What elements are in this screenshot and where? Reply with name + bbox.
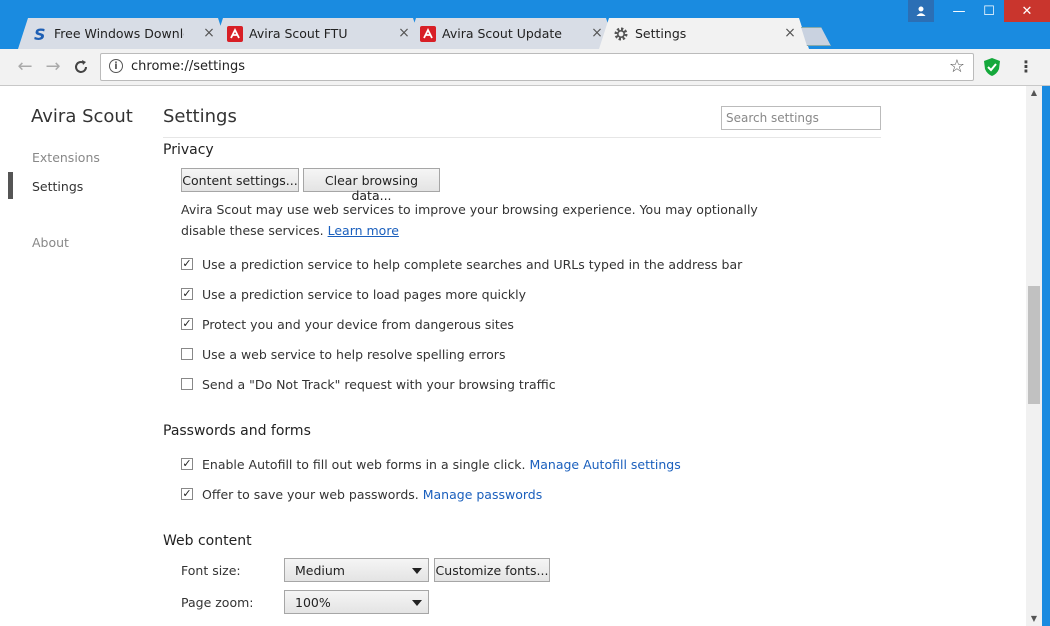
browser-toolbar: ← → i chrome://settings ☆ ⋮ <box>0 49 1050 86</box>
sidebar-item-extensions[interactable]: Extensions <box>32 150 100 165</box>
divider <box>163 137 881 138</box>
tab-label: Settings <box>635 26 687 41</box>
manage-passwords-link[interactable]: Manage passwords <box>423 487 542 502</box>
address-bar-url: chrome://settings <box>131 59 246 74</box>
passwords-forms-heading: Passwords and forms <box>163 423 311 439</box>
checkbox-label: Enable Autofill to fill out web forms in… <box>202 457 681 472</box>
back-arrow-icon[interactable]: ← <box>14 56 36 78</box>
font-size-value: Medium <box>295 563 345 578</box>
checkbox-label: Offer to save your web passwords. Manage… <box>202 487 542 502</box>
learn-more-link[interactable]: Learn more <box>328 223 399 238</box>
checkbox-label: Send a "Do Not Track" request with your … <box>202 377 556 392</box>
checkbox-label: Use a web service to help resolve spelli… <box>202 347 506 362</box>
forward-arrow-icon[interactable]: → <box>42 56 64 78</box>
window-border <box>1042 86 1050 626</box>
settings-main: Settings Search settings Privacy Content… <box>163 86 883 626</box>
checkbox[interactable] <box>181 378 193 390</box>
user-profile-icon[interactable] <box>908 0 934 22</box>
tab-label: Free Windows Downloads <box>54 26 184 41</box>
clear-browsing-data-button[interactable]: Clear browsing data... <box>303 168 440 203</box>
info-icon[interactable]: i <box>109 59 123 73</box>
close-window-button[interactable]: ✕ <box>1004 0 1050 22</box>
address-bar[interactable]: i chrome://settings ☆ <box>100 53 974 81</box>
bookmark-star-icon[interactable]: ☆ <box>949 56 965 77</box>
font-size-label: Font size: <box>181 563 241 578</box>
vertical-scrollbar[interactable]: ▲ ▼ <box>1026 86 1042 626</box>
gear-icon <box>613 26 629 42</box>
checkbox[interactable]: ✓ <box>181 288 193 300</box>
manage-autofill-link[interactable]: Manage Autofill settings <box>529 457 680 472</box>
tab-label: Avira Scout FTU <box>249 26 348 41</box>
tab-label: Avira Scout Update <box>442 26 562 41</box>
checkbox-label: Use a prediction service to help complet… <box>202 257 743 272</box>
checkbox-label: Protect you and your device from dangero… <box>202 317 514 332</box>
close-tab-icon[interactable]: × <box>783 25 797 41</box>
menu-kebab-icon[interactable]: ⋮ <box>1018 57 1034 77</box>
settings-page: Avira Scout Extensions Settings About Se… <box>0 86 1026 626</box>
tab-avira-scout-update[interactable]: Avira Scout Update × <box>406 18 616 49</box>
minimize-button[interactable]: — <box>944 0 974 22</box>
sidebar: Avira Scout Extensions Settings About <box>0 86 150 626</box>
sidebar-active-indicator <box>8 172 13 199</box>
avira-icon <box>227 26 243 42</box>
svg-text:S: S <box>34 26 46 42</box>
reload-icon[interactable] <box>70 56 92 78</box>
checkbox[interactable]: ✓ <box>181 488 193 500</box>
softpedia-s-icon: S <box>32 26 48 42</box>
dropdown-caret-icon <box>412 600 422 606</box>
page-title: Settings <box>163 106 237 127</box>
customize-fonts-button[interactable]: Customize fonts... <box>434 558 550 582</box>
sidebar-item-settings[interactable]: Settings <box>32 179 83 194</box>
privacy-heading: Privacy <box>163 142 214 158</box>
brand-title: Avira Scout <box>31 106 133 127</box>
web-content-heading: Web content <box>163 533 252 549</box>
scroll-up-arrow-icon[interactable]: ▲ <box>1026 86 1042 100</box>
window-controls: — ☐ ✕ <box>908 0 1050 22</box>
checkbox[interactable]: ✓ <box>181 318 193 330</box>
page-zoom-value: 100% <box>295 595 331 610</box>
privacy-description: Avira Scout may use web services to impr… <box>181 199 761 241</box>
tab-avira-scout-ftu[interactable]: Avira Scout FTU × <box>213 18 423 49</box>
tab-free-windows-downloads[interactable]: S Free Windows Downloads × <box>18 18 228 49</box>
autofill-label: Enable Autofill to fill out web forms in… <box>202 457 526 472</box>
content-settings-button[interactable]: Content settings... <box>181 168 299 192</box>
checkbox[interactable]: ✓ <box>181 458 193 470</box>
page-zoom-label: Page zoom: <box>181 595 254 610</box>
passwords-label: Offer to save your web passwords. <box>202 487 419 502</box>
search-settings-input[interactable]: Search settings <box>721 106 881 130</box>
checkbox[interactable] <box>181 348 193 360</box>
avira-shield-icon[interactable] <box>983 57 1001 77</box>
maximize-button[interactable]: ☐ <box>974 0 1004 22</box>
sidebar-item-about[interactable]: About <box>32 235 69 250</box>
scrollbar-thumb[interactable] <box>1028 286 1040 404</box>
scroll-down-arrow-icon[interactable]: ▼ <box>1026 612 1042 626</box>
checkbox[interactable]: ✓ <box>181 258 193 270</box>
page-zoom-select[interactable]: 100% <box>284 590 429 614</box>
dropdown-caret-icon <box>412 568 422 574</box>
title-bar: S Free Windows Downloads × Avira Scout F… <box>0 0 1050 49</box>
font-size-select[interactable]: Medium <box>284 558 429 582</box>
privacy-description-text: Avira Scout may use web services to impr… <box>181 202 758 238</box>
tab-settings[interactable]: Settings × <box>599 18 809 49</box>
avira-icon <box>420 26 436 42</box>
checkbox-label: Use a prediction service to load pages m… <box>202 287 526 302</box>
